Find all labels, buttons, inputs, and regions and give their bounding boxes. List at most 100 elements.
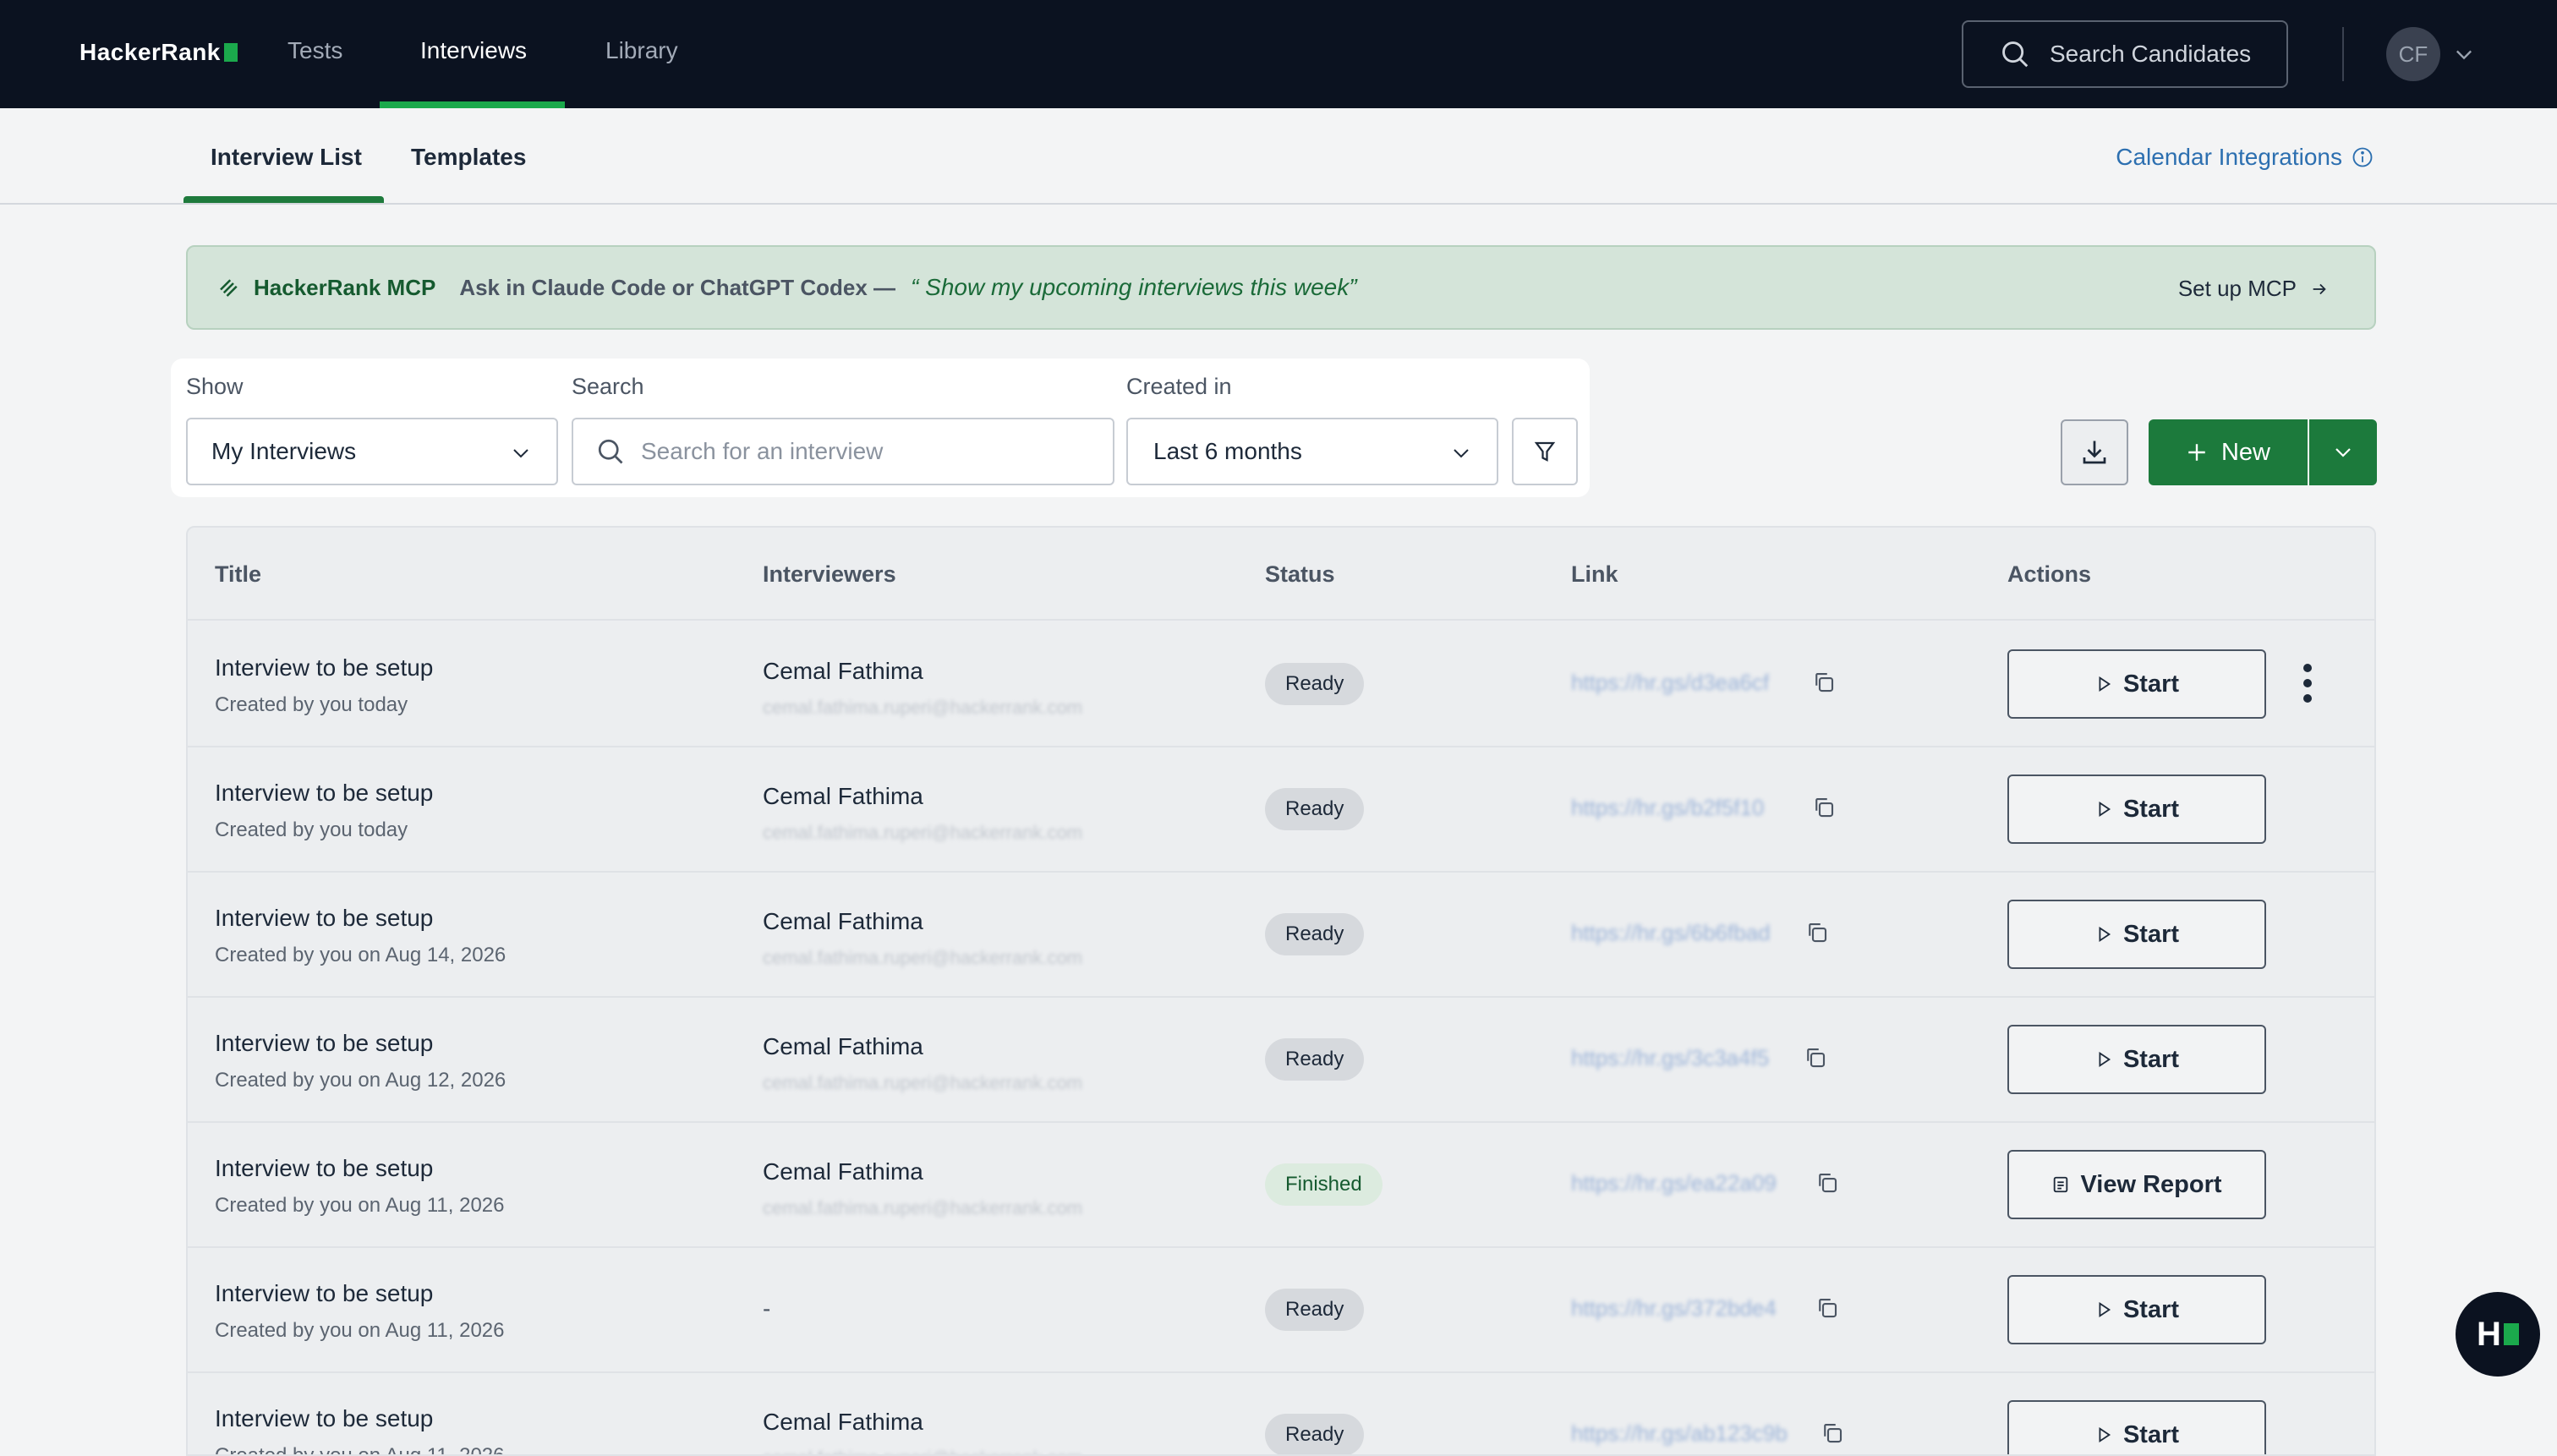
interview-title[interactable]: Interview to be setup — [215, 654, 433, 681]
status-badge: Ready — [1265, 788, 1365, 830]
interviewer-email: cemal.fathima.ruperi@hackerrank.com — [763, 1448, 1082, 1454]
interview-title[interactable]: Interview to be setup — [215, 780, 433, 807]
interview-link[interactable]: https://hr.gs/d3ea6cf — [1571, 670, 1769, 696]
interview-search-input[interactable]: Search for an interview — [572, 418, 1114, 485]
table-row[interactable]: Interview to be setup Created by you on … — [188, 1248, 2374, 1373]
column-header-actions: Actions — [2007, 561, 2092, 587]
new-options-dropdown[interactable] — [2309, 419, 2377, 485]
copy-icon[interactable] — [1803, 1045, 1828, 1070]
start-button[interactable]: Start — [2007, 900, 2266, 969]
divider — [2342, 27, 2344, 81]
copy-icon[interactable] — [1820, 1420, 1845, 1446]
filter-button[interactable] — [1512, 418, 1578, 485]
table-header: Title Interviewers Status Link Actions — [188, 528, 2374, 621]
action-label: View Report — [2080, 1170, 2222, 1198]
interview-title[interactable]: Interview to be setup — [215, 905, 433, 932]
setup-mcp-link[interactable]: Set up MCP — [2178, 276, 2329, 302]
calendar-integrations-link[interactable]: Calendar Integrations — [2116, 144, 2374, 171]
mcp-title: HackerRank MCP — [254, 274, 436, 300]
interview-title[interactable]: Interview to be setup — [215, 1155, 433, 1182]
interview-table: Title Interviewers Status Link Actions I… — [186, 526, 2376, 1456]
interviewer-name: - — [763, 1295, 771, 1322]
interview-link[interactable]: https://hr.gs/3c3a4f5 — [1571, 1045, 1769, 1071]
table-row[interactable]: Interview to be setup Created by you on … — [188, 1373, 2374, 1454]
mcp-description: Ask in Claude Code or ChatGPT Codex — — [459, 274, 896, 300]
start-button[interactable]: Start — [2007, 649, 2266, 719]
start-button[interactable]: Start — [2007, 1400, 2266, 1454]
created-info: Created by you on Aug 14, 2026 — [215, 944, 506, 966]
filter-panel: Show My Interviews Search Search for an … — [171, 359, 1590, 497]
table-row[interactable]: Interview to be setup Created by you on … — [188, 1123, 2374, 1248]
floating-assistant-button[interactable]: H — [2456, 1292, 2540, 1377]
download-button[interactable] — [2061, 419, 2128, 485]
new-interview-button[interactable]: New — [2149, 419, 2308, 485]
assistant-logo-text: H — [2477, 1315, 2501, 1353]
created-info: Created by you on Aug 12, 2026 — [215, 1069, 506, 1092]
interviewer-name: Cemal Fathima — [763, 658, 923, 684]
play-icon — [2099, 926, 2111, 943]
search-candidates-button[interactable]: Search Candidates — [1962, 20, 2288, 88]
copy-icon[interactable] — [1811, 795, 1837, 820]
mcp-logo-icon — [220, 279, 238, 297]
copy-icon[interactable] — [1804, 920, 1830, 945]
interviewer-email: cemal.fathima.ruperi@hackerrank.com — [763, 1197, 1083, 1218]
report-icon — [2054, 1176, 2068, 1193]
interview-link[interactable]: https://hr.gs/ea22a09 — [1571, 1170, 1777, 1196]
status-badge: Ready — [1265, 913, 1365, 955]
tab-templates[interactable]: Templates — [411, 144, 526, 171]
plus-icon — [2188, 444, 2205, 461]
interview-title[interactable]: Interview to be setup — [215, 1405, 433, 1432]
hackerrank-logo[interactable]: HackerRank — [79, 39, 238, 66]
logo-text: HackerRank — [79, 39, 221, 65]
view-report-button[interactable]: View Report — [2007, 1150, 2266, 1219]
search-placeholder: Search for an interview — [641, 438, 884, 464]
interview-link[interactable]: https://hr.gs/372bde4 — [1571, 1295, 1777, 1322]
nav-tab-interviews[interactable]: Interviews — [420, 37, 527, 64]
table-row[interactable]: Interview to be setup Created by you on … — [188, 873, 2374, 998]
column-header-link: Link — [1571, 561, 1618, 587]
interviewer-email: cemal.fathima.ruperi@hackerrank.com — [763, 697, 1083, 718]
action-label: Start — [2122, 795, 2180, 823]
avatar[interactable]: CF — [2386, 27, 2440, 81]
more-options-icon[interactable] — [2302, 661, 2313, 705]
table-row[interactable]: Interview to be setup Created by you tod… — [188, 747, 2374, 873]
play-icon — [2099, 1301, 2111, 1318]
start-button[interactable]: Start — [2007, 1275, 2266, 1344]
chevron-down-icon — [1454, 449, 1469, 458]
tab-interview-list[interactable]: Interview List — [211, 144, 362, 171]
table-row[interactable]: Interview to be setup Created by you on … — [188, 998, 2374, 1123]
interview-link[interactable]: https://hr.gs/b2f5f10 — [1571, 795, 1764, 821]
status-badge: Ready — [1265, 1414, 1365, 1454]
interview-link[interactable]: https://hr.gs/6b6fbad — [1571, 920, 1771, 946]
action-label: Start — [2122, 920, 2180, 948]
interview-title[interactable]: Interview to be setup — [215, 1030, 433, 1057]
mcp-example-prompt: “ Show my upcoming interviews this week” — [911, 274, 1357, 300]
column-header-title: Title — [215, 561, 262, 587]
interviewer-name: Cemal Fathima — [763, 783, 923, 809]
copy-icon[interactable] — [1811, 670, 1837, 695]
action-label: Start — [2122, 670, 2180, 698]
action-label: Start — [2122, 1420, 2180, 1448]
copy-icon[interactable] — [1815, 1170, 1840, 1196]
interviewer-name: Cemal Fathima — [763, 1158, 923, 1185]
interview-link[interactable]: https://hr.gs/ab123c9b — [1571, 1420, 1788, 1447]
nav-tab-library[interactable]: Library — [605, 37, 678, 64]
status-badge: Ready — [1265, 663, 1365, 705]
interviewer-name: Cemal Fathima — [763, 1409, 923, 1435]
created-in-label: Created in — [1126, 374, 1232, 399]
interview-title[interactable]: Interview to be setup — [215, 1280, 433, 1307]
table-row[interactable]: Interview to be setup Created by you tod… — [188, 622, 2374, 747]
show-label: Show — [186, 374, 244, 399]
start-button[interactable]: Start — [2007, 775, 2266, 844]
mcp-banner: HackerRank MCP Ask in Claude Code or Cha… — [186, 245, 2376, 330]
show-select[interactable]: My Interviews — [186, 418, 558, 485]
play-icon — [2099, 1051, 2111, 1068]
chevron-down-icon[interactable] — [2452, 42, 2476, 66]
copy-icon[interactable] — [1815, 1295, 1840, 1321]
search-label: Search — [572, 374, 644, 399]
start-button[interactable]: Start — [2007, 1025, 2266, 1094]
chevron-down-icon — [2335, 448, 2351, 457]
play-icon — [2099, 801, 2111, 818]
nav-tab-tests[interactable]: Tests — [287, 37, 342, 64]
created-in-select[interactable]: Last 6 months — [1126, 418, 1498, 485]
